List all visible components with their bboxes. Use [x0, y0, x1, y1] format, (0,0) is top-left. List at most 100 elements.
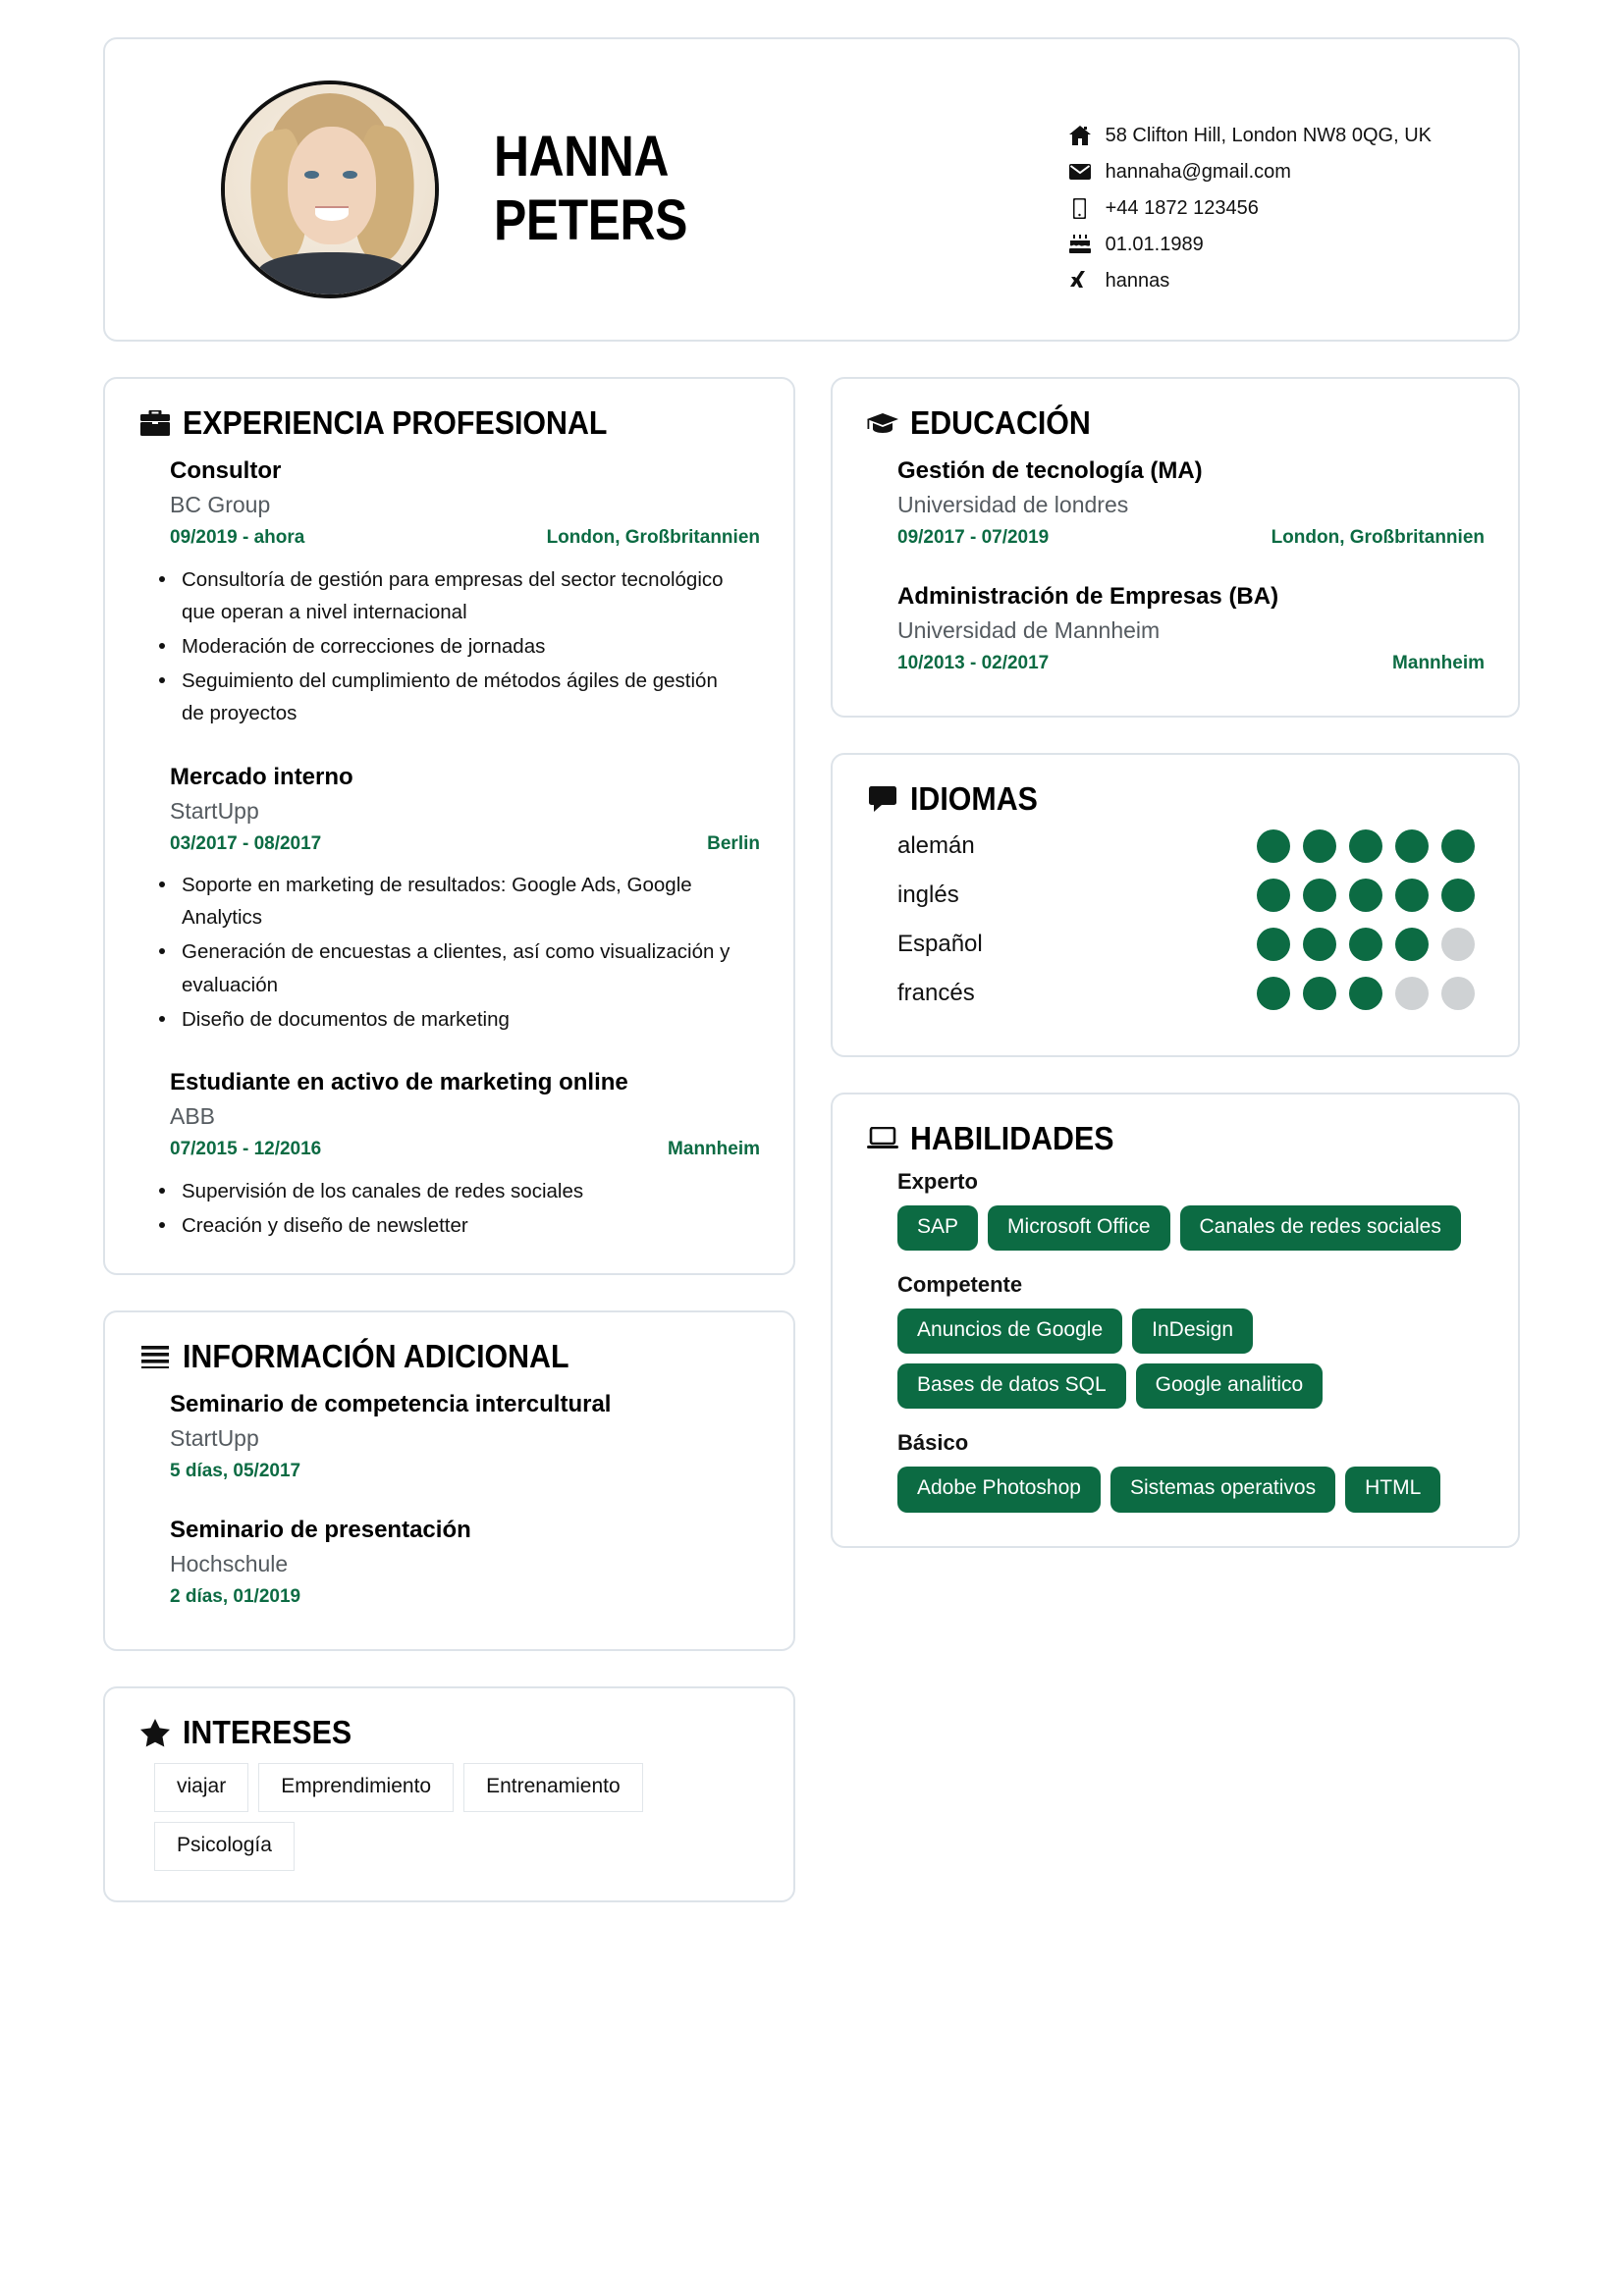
- language-name: alemán: [897, 832, 975, 860]
- language-row: francés: [866, 977, 1485, 1011]
- skill-level-label: Competente: [897, 1272, 1023, 1298]
- entry-location: London, Großbritannien: [1271, 527, 1485, 549]
- entry-company: ABB: [170, 1103, 216, 1130]
- entry-location: London, Großbritannien: [546, 527, 760, 549]
- interest-item: Psicología: [154, 1822, 295, 1872]
- interests-list: viajar Emprendimiento Entrenamiento Psic…: [138, 1763, 760, 1872]
- experience-entry: Mercado interno StartUpp 03/2017 - 08/20…: [138, 760, 760, 862]
- section-title: INTERESES: [183, 1714, 352, 1751]
- experience-entry: Consultor BC Group 09/2019 - ahora Londo…: [138, 454, 760, 556]
- resume-page: HANNA PETERS 58 Clifton Hill, London NW8…: [0, 0, 1623, 2296]
- rating-dot-filled: [1303, 928, 1336, 962]
- section-title: EDUCACIÓN: [910, 404, 1091, 441]
- entry-dates: 10/2013 - 02/2017: [897, 652, 1050, 673]
- list-icon: [138, 1341, 172, 1372]
- contact-text: 01.01.1989: [1105, 233, 1204, 255]
- section-title: INFORMACIÓN ADICIONAL: [183, 1338, 569, 1375]
- rating-dot-filled: [1257, 928, 1290, 962]
- skill-pill-list: Adobe Photoshop Sistemas operativos HTML: [897, 1467, 1485, 1513]
- section-title: IDIOMAS: [910, 780, 1038, 818]
- rating-dot-filled: [1349, 879, 1382, 913]
- entry-location: Mannheim: [1392, 652, 1485, 673]
- entry-dates: 5 días, 05/2017: [170, 1461, 301, 1482]
- bullet-item: Moderación de correcciones de jornadas: [150, 630, 742, 663]
- rating-dot-filled: [1303, 879, 1336, 913]
- skill-pill: Microsoft Office: [988, 1205, 1170, 1252]
- bullet-item: Soporte en marketing de resultados: Goog…: [150, 869, 742, 934]
- rating-dot-filled: [1257, 879, 1290, 913]
- rating-dot-empty: [1395, 977, 1429, 1011]
- contact-text: hannas: [1105, 269, 1170, 292]
- entry-meta: 10/2013 - 02/2017 Mannheim: [897, 647, 1485, 680]
- left-column: EXPERIENCIA PROFESIONAL Consultor BC Gro…: [103, 377, 795, 1938]
- rating-dot-filled: [1441, 879, 1475, 913]
- mobile-icon: [1067, 196, 1093, 220]
- entry-title: Estudiante en activo de marketing online: [170, 1069, 628, 1096]
- section-header: EDUCACIÓN: [866, 404, 1485, 442]
- entry-meta: 09/2019 - ahora London, Großbritannien: [170, 521, 760, 555]
- contact-row-phone: +44 1872 123456: [1067, 196, 1432, 220]
- section-interests: INTERESES viajar Emprendimiento Entrenam…: [103, 1686, 795, 1903]
- briefcase-icon: [138, 407, 172, 439]
- entry-school: Universidad de londres: [897, 492, 1129, 517]
- language-row: Español: [866, 928, 1485, 962]
- contact-row-email: hannaha@gmail.com: [1067, 160, 1432, 184]
- entry-title: Mercado interno: [170, 763, 353, 790]
- skill-group: Experto SAP Microsoft Office Canales de …: [866, 1169, 1485, 1252]
- entry-company: StartUpp: [170, 797, 259, 824]
- entry-school: Universidad de Mannheim: [897, 616, 1161, 643]
- bullet-item: Generación de encuestas a clientes, así …: [150, 935, 742, 1000]
- rating-dot-filled: [1441, 829, 1475, 864]
- star-icon: [138, 1717, 172, 1748]
- avatar: [221, 80, 439, 298]
- rating-dot-filled: [1303, 977, 1336, 1011]
- entry-company: Hochschule: [170, 1550, 289, 1576]
- birthday-cake-icon: [1067, 233, 1093, 256]
- entry-dates: 07/2015 - 12/2016: [170, 1139, 322, 1160]
- entry-location: Berlin: [707, 832, 760, 854]
- entry-meta: 5 días, 05/2017: [170, 1455, 760, 1488]
- entry-company: StartUpp: [170, 1425, 259, 1452]
- contact-row-address: 58 Clifton Hill, London NW8 0QG, UK: [1067, 124, 1432, 147]
- language-rating: [1257, 977, 1475, 1011]
- skill-level-label: Básico: [897, 1430, 969, 1456]
- section-education: EDUCACIÓN Gestión de tecnología (MA) Uni…: [831, 377, 1520, 719]
- rating-dot-filled: [1349, 928, 1382, 962]
- language-name: inglés: [897, 881, 959, 909]
- home-icon: [1067, 124, 1093, 147]
- language-name: francés: [897, 980, 975, 1007]
- contact-row-xing: hannas: [1067, 269, 1432, 293]
- skill-level-label: Experto: [897, 1169, 978, 1195]
- bullet-item: Diseño de documentos de marketing: [150, 1003, 742, 1036]
- entry-dates: 09/2017 - 07/2019: [897, 527, 1050, 549]
- skill-group: Básico Adobe Photoshop Sistemas operativ…: [866, 1430, 1485, 1513]
- section-header: INTERESES: [138, 1714, 760, 1751]
- skill-pill: Google analitico: [1135, 1363, 1324, 1410]
- entry-company: BC Group: [170, 492, 271, 517]
- skill-pill: InDesign: [1132, 1308, 1254, 1355]
- additional-entry: Seminario de competencia intercultural S…: [138, 1387, 760, 1489]
- experience-entry: Estudiante en activo de marketing online…: [138, 1065, 760, 1167]
- contact-text: +44 1872 123456: [1105, 196, 1259, 219]
- skill-group: Competente Anuncios de Google InDesign B…: [866, 1272, 1485, 1410]
- rating-dot-filled: [1349, 829, 1382, 864]
- rating-dot-filled: [1349, 977, 1382, 1011]
- interest-item: viajar: [154, 1763, 249, 1813]
- education-entry: Administración de Empresas (BA) Universi…: [866, 579, 1485, 681]
- entry-meta: 07/2015 - 12/2016 Mannheim: [170, 1133, 760, 1166]
- language-rating: [1257, 928, 1475, 962]
- laptop-icon: [866, 1123, 899, 1154]
- entry-meta: 2 días, 01/2019: [170, 1580, 760, 1614]
- interest-item: Emprendimiento: [258, 1763, 455, 1813]
- skill-pill: Sistemas operativos: [1109, 1467, 1336, 1513]
- entry-title: Gestión de tecnología (MA): [897, 457, 1203, 484]
- contact-row-birthday: 01.01.1989: [1067, 233, 1432, 256]
- rating-dot-filled: [1257, 977, 1290, 1011]
- entry-bullets: Consultoría de gestión para empresas del…: [138, 563, 760, 730]
- skill-pill: Bases de datos SQL: [897, 1363, 1126, 1410]
- skill-pill: Adobe Photoshop: [897, 1467, 1101, 1513]
- skill-pill-list: SAP Microsoft Office Canales de redes so…: [897, 1205, 1485, 1252]
- entry-bullets: Soporte en marketing de resultados: Goog…: [138, 869, 760, 1036]
- entry-dates: 2 días, 01/2019: [170, 1585, 301, 1607]
- entry-dates: 09/2019 - ahora: [170, 527, 305, 549]
